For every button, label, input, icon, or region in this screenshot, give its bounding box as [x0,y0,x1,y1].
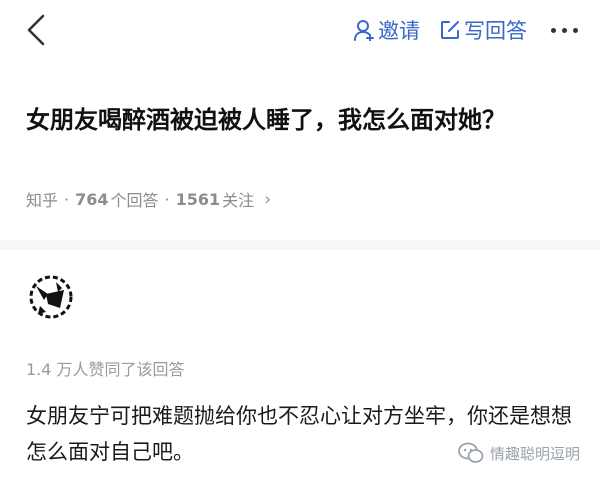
follower-count: 1561 [175,189,221,209]
more-dot [551,27,556,33]
more-button[interactable] [547,27,582,33]
separator: · [164,189,170,209]
write-answer-button[interactable]: 写回答 [440,15,527,45]
back-button[interactable] [18,12,54,48]
more-dot [562,27,567,33]
write-answer-label: 写回答 [464,19,527,43]
section-divider [0,240,600,250]
chevron-left-icon [27,14,45,46]
person-icon [354,20,374,41]
avatar[interactable] [26,272,76,322]
invite-button[interactable]: 邀请 [354,15,420,45]
follower-label: 关注 [222,191,255,210]
source-label: 知乎 [26,191,59,210]
top-actions: 邀请 写回答 [354,14,582,46]
more-dot [573,27,578,33]
invite-label: 邀请 [378,19,420,43]
watermark-text: 情趣聪明逗明 [489,444,580,463]
vote-count: 1.4 万人赞同了该回答 [26,360,185,379]
avatar-image [26,272,76,322]
wechat-icon [458,442,484,463]
watermark: 情趣聪明逗明 [458,439,580,467]
top-bar: 邀请 写回答 [0,0,600,62]
question-meta[interactable]: 知乎 · 764 个回答 · 1561 关注 › [26,186,271,212]
pencil-square-icon [441,21,459,39]
answer-count: 764 [75,189,109,209]
answer-count-label: 个回答 [110,191,159,210]
question-title[interactable]: 女朋友喝醉酒被迫被人睡了，我怎么面对她？ [26,100,582,140]
separator: · [64,189,70,209]
chevron-right-icon: › [264,188,272,210]
